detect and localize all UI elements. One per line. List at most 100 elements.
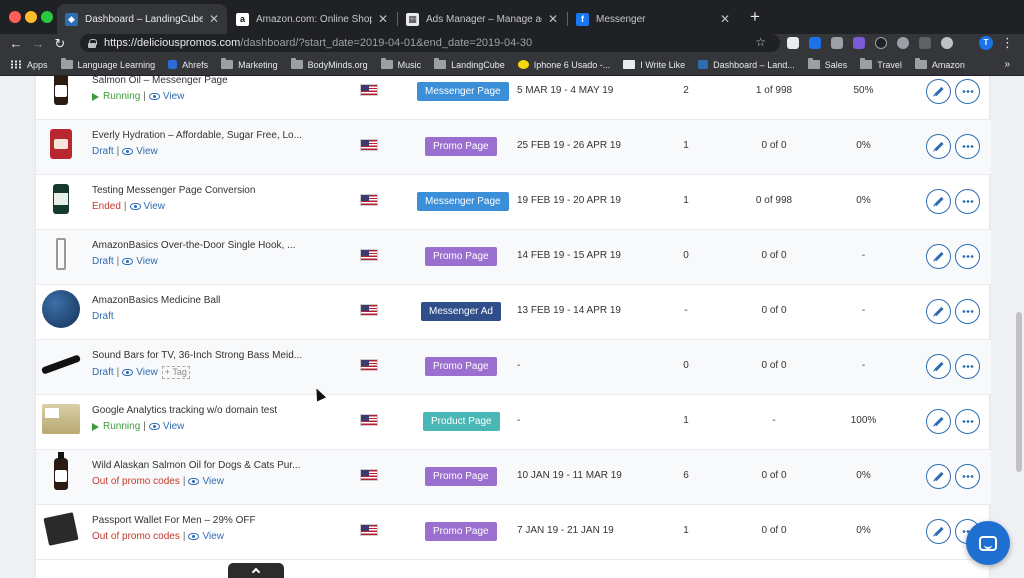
product-thumbnail[interactable] (41, 509, 81, 549)
extension-icon[interactable] (853, 37, 865, 49)
tab-amazon[interactable]: a Amazon.com: Online Shopping ✕ (228, 4, 396, 34)
view-link[interactable]: View (148, 91, 184, 102)
view-link[interactable]: View (122, 256, 158, 267)
bookmark-travel[interactable]: Travel (860, 58, 902, 70)
product-thumbnail[interactable] (41, 344, 81, 384)
bookmark-sales[interactable]: Sales (807, 58, 847, 70)
add-tag-button[interactable]: + Tag (161, 366, 190, 379)
bookmark-ahrefs[interactable]: Ahrefs (168, 60, 208, 70)
reload-icon[interactable]: ↻ (52, 35, 68, 53)
view-link[interactable]: View (122, 367, 158, 378)
edit-button[interactable] (926, 244, 951, 269)
bookmark-star-icon[interactable]: ☆ (755, 35, 766, 49)
conversion-rate: 0% (856, 195, 871, 206)
support-chat-button[interactable] (966, 521, 1010, 565)
tab-ads-manager[interactable]: ▦ Ads Manager – Manage ads - ✕ (398, 4, 566, 34)
back-arrow-icon[interactable]: ← (8, 35, 24, 53)
status-label: Draft (92, 311, 114, 322)
bookmark-i-write-like[interactable]: I Write Like (623, 60, 685, 70)
codes-claimed: 0 of 0 (761, 250, 787, 261)
maximize-window-button[interactable] (41, 11, 53, 23)
close-tab-icon[interactable]: ✕ (720, 12, 730, 26)
promotion-name[interactable]: Salmon Oil – Messenger Page (92, 76, 312, 86)
extension-icon[interactable] (787, 37, 799, 49)
more-options-button[interactable] (955, 244, 980, 269)
bookmark-iphone[interactable]: Iphone 6 Usado -... (517, 60, 610, 70)
new-tab-icon[interactable]: + (746, 7, 764, 27)
view-link[interactable]: View (188, 476, 224, 487)
close-tab-icon[interactable]: ✕ (548, 12, 558, 26)
product-thumbnail[interactable] (41, 76, 81, 109)
more-options-button[interactable] (955, 134, 980, 159)
more-options-button[interactable] (955, 409, 980, 434)
minimize-window-button[interactable] (25, 11, 37, 23)
pencil-icon (933, 416, 944, 427)
profile-avatar[interactable]: T (979, 36, 993, 50)
clicks-count: - (684, 305, 688, 316)
extension-icon[interactable] (875, 37, 887, 49)
forward-arrow-icon[interactable]: → (30, 35, 46, 53)
extension-icon[interactable] (897, 37, 909, 49)
edit-button[interactable] (926, 299, 951, 324)
us-flag-icon (360, 249, 378, 261)
more-options-button[interactable] (955, 189, 980, 214)
close-tab-icon[interactable]: ✕ (209, 12, 219, 26)
view-link[interactable]: View (122, 146, 158, 157)
page-scrollbar[interactable] (1016, 312, 1022, 472)
close-window-button[interactable] (9, 11, 21, 23)
tab-messenger[interactable]: f Messenger ✕ (568, 4, 738, 34)
close-tab-icon[interactable]: ✕ (378, 12, 388, 26)
product-thumbnail[interactable] (41, 234, 81, 274)
edit-button[interactable] (926, 79, 951, 104)
eye-icon (129, 203, 141, 210)
more-options-button[interactable] (955, 464, 980, 489)
bookmark-dashboard[interactable]: Dashboard – Land... (698, 60, 795, 70)
promotion-name[interactable]: Sound Bars for TV, 36-Inch Strong Bass M… (92, 350, 312, 361)
promotion-status: Draft | View (92, 256, 158, 267)
product-image (42, 404, 80, 434)
bookmark-apps[interactable]: Apps (10, 60, 48, 70)
more-options-button[interactable] (955, 354, 980, 379)
extension-icon[interactable] (809, 37, 821, 49)
promotion-name[interactable]: Wild Alaskan Salmon Oil for Dogs & Cats … (92, 460, 312, 471)
view-link[interactable]: View (188, 531, 224, 542)
promotion-name[interactable]: Google Analytics tracking w/o domain tes… (92, 405, 312, 416)
bookmark-landingcube[interactable]: LandingCube (434, 58, 505, 70)
pencil-icon (933, 361, 944, 372)
extension-icon[interactable] (941, 37, 953, 49)
bookmark-language-learning[interactable]: Language Learning (60, 58, 155, 70)
view-link[interactable]: View (148, 421, 184, 432)
edit-button[interactable] (926, 354, 951, 379)
address-bar[interactable]: https://deliciouspromos.com/dashboard/?s… (80, 34, 780, 52)
product-thumbnail[interactable] (41, 289, 81, 329)
edit-button[interactable] (926, 189, 951, 214)
bookmark-music[interactable]: Music (380, 58, 421, 70)
promotion-name[interactable]: Everly Hydration – Affordable, Sugar Fre… (92, 130, 312, 141)
product-thumbnail[interactable] (41, 179, 81, 219)
product-thumbnail[interactable] (41, 399, 81, 439)
promotion-name[interactable]: Passport Wallet For Men – 29% OFF (92, 515, 312, 526)
more-options-button[interactable] (955, 79, 980, 104)
bookmark-marketing[interactable]: Marketing (221, 58, 278, 70)
bookmark-amazon[interactable]: Amazon (914, 58, 965, 70)
tab-dashboard[interactable]: ◆ Dashboard – LandingCube ✕ (57, 4, 227, 34)
promotion-name[interactable]: AmazonBasics Over-the-Door Single Hook, … (92, 240, 312, 251)
scroll-to-top-button[interactable] (228, 563, 284, 578)
edit-button[interactable] (926, 409, 951, 434)
edit-button[interactable] (926, 519, 951, 544)
browser-menu-icon[interactable]: ⋮ (1001, 35, 1014, 51)
promotion-name[interactable]: Testing Messenger Page Conversion (92, 185, 312, 196)
pencil-icon (933, 526, 944, 537)
bookmark-bodyminds[interactable]: BodyMinds.org (290, 58, 368, 70)
edit-button[interactable] (926, 134, 951, 159)
extension-icon[interactable] (831, 37, 843, 49)
pencil-icon (933, 196, 944, 207)
promotion-name[interactable]: AmazonBasics Medicine Ball (92, 295, 312, 306)
edit-button[interactable] (926, 464, 951, 489)
view-link[interactable]: View (129, 201, 165, 212)
product-thumbnail[interactable] (41, 124, 81, 164)
more-options-button[interactable] (955, 299, 980, 324)
extension-icon[interactable] (919, 37, 931, 49)
more-bookmarks-icon[interactable]: » (1004, 59, 1010, 70)
product-thumbnail[interactable] (41, 452, 81, 494)
